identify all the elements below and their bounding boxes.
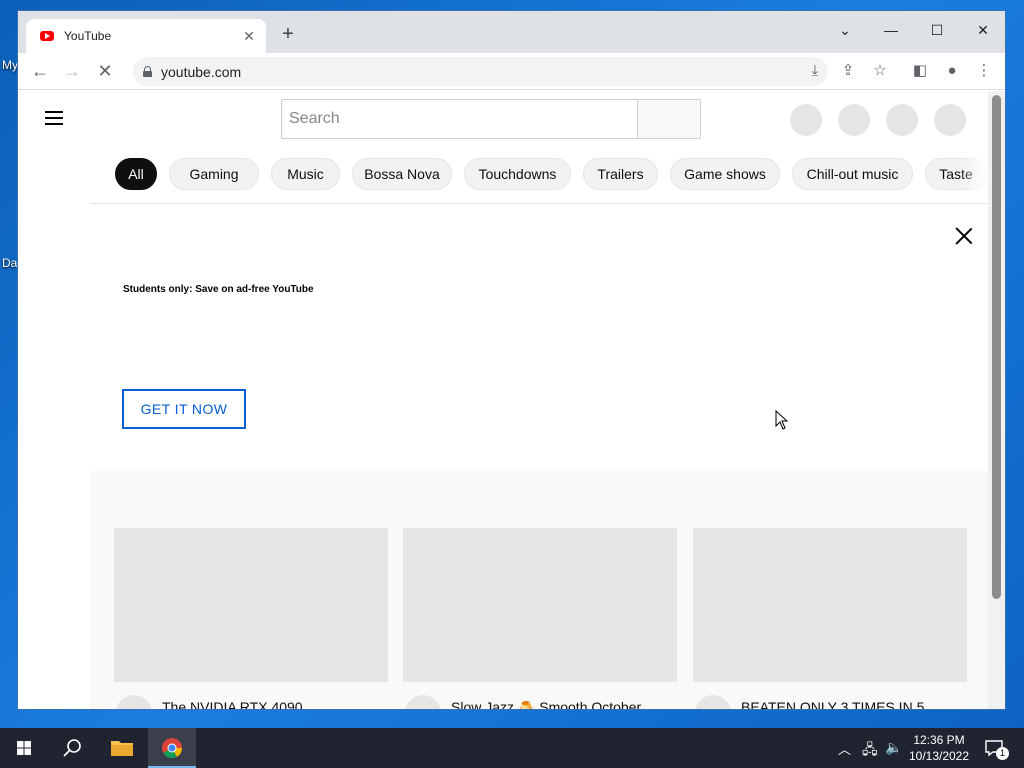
browser-toolbar: ← → ✕ youtube.com ⤓ ⇪ ☆ ◧ ● ⋮	[18, 53, 1005, 90]
browser-menu-icon[interactable]: ⋮	[974, 62, 994, 80]
channel-avatar[interactable]	[116, 695, 152, 709]
video-card[interactable]: BEATEN ONLY 3 TIMES IN 5	[693, 528, 967, 709]
chip-all[interactable]: All	[115, 158, 157, 190]
clock[interactable]: 12:36 PM 10/13/2022	[906, 732, 972, 764]
search-input[interactable]: Search	[281, 99, 638, 139]
clock-date: 10/13/2022	[908, 749, 970, 763]
side-panel-icon[interactable]: ◧	[910, 62, 930, 80]
chip-trailers[interactable]: Trailers	[583, 158, 658, 190]
chip-music[interactable]: Music	[271, 158, 340, 190]
guide-menu-icon[interactable]	[45, 111, 63, 129]
search-icon	[63, 739, 81, 757]
header-placeholder-icon[interactable]	[838, 104, 870, 136]
folder-icon	[111, 741, 133, 756]
address-bar[interactable]: youtube.com	[133, 57, 828, 86]
tab-search-chevron-icon[interactable]: ⌄	[822, 15, 868, 45]
channel-avatar[interactable]	[695, 695, 731, 709]
share-icon[interactable]: ⇪	[838, 62, 858, 80]
video-thumbnail[interactable]	[693, 528, 967, 682]
maximize-button[interactable]: ☐	[914, 15, 960, 45]
chrome-taskbar-button[interactable]	[148, 728, 196, 768]
video-thumbnail[interactable]	[114, 528, 388, 682]
install-app-icon[interactable]: ⤓	[805, 62, 825, 80]
video-feed: The NVIDIA RTX 4090 Slow Jazz 🍮 Smooth O…	[90, 471, 990, 709]
search-taskbar-button[interactable]	[48, 728, 96, 768]
video-thumbnail[interactable]	[403, 528, 677, 682]
youtube-favicon-icon	[40, 31, 54, 41]
chip-bossa-nova[interactable]: Bossa Nova	[352, 158, 452, 190]
windows-logo-icon	[17, 741, 31, 755]
new-tab-button[interactable]: +	[278, 24, 298, 44]
chrome-icon	[162, 738, 183, 759]
lock-icon[interactable]	[143, 66, 152, 77]
avatar[interactable]	[934, 104, 966, 136]
close-window-button[interactable]: ✕	[960, 15, 1005, 45]
youtube-page: Search All Gaming Music Bossa Nova Touch…	[18, 91, 990, 709]
mouse-cursor-icon	[775, 410, 789, 430]
chip-game-shows[interactable]: Game shows	[670, 158, 780, 190]
close-banner-icon[interactable]	[955, 227, 973, 245]
get-it-now-button[interactable]: GET IT NOW	[122, 389, 246, 429]
bookmark-star-icon[interactable]: ☆	[870, 62, 890, 80]
notifications-button[interactable]: 1	[984, 738, 1009, 768]
chip-chill-out-music[interactable]: Chill-out music	[792, 158, 913, 190]
stop-loading-button[interactable]: ✕	[93, 60, 117, 82]
chip-touchdowns[interactable]: Touchdowns	[464, 158, 571, 190]
start-button[interactable]	[0, 728, 48, 768]
profile-icon[interactable]: ●	[942, 62, 962, 80]
search-button[interactable]	[637, 99, 701, 139]
desktop-icon-label-my[interactable]: My	[2, 58, 18, 72]
minimize-button[interactable]: —	[868, 15, 914, 45]
scrollbar-thumb[interactable]	[992, 95, 1001, 599]
video-title[interactable]: Slow Jazz 🍮 Smooth October	[451, 697, 671, 709]
banner-text: Students only: Save on ad-free YouTube	[123, 284, 314, 295]
video-title[interactable]: The NVIDIA RTX 4090	[162, 697, 382, 709]
tab-title: YouTube	[64, 29, 112, 43]
clock-time: 12:36 PM	[913, 733, 965, 747]
notification-count-badge: 1	[996, 747, 1009, 760]
channel-avatar[interactable]	[405, 695, 441, 709]
network-icon[interactable]: 🖧	[862, 739, 878, 768]
video-title[interactable]: BEATEN ONLY 3 TIMES IN 5	[741, 697, 961, 709]
video-card[interactable]: The NVIDIA RTX 4090	[114, 528, 388, 709]
back-button[interactable]: ←	[28, 60, 52, 82]
video-card[interactable]: Slow Jazz 🍮 Smooth October	[403, 528, 677, 709]
volume-icon[interactable]: 🔈	[885, 739, 902, 768]
taskbar: ︿ 🖧 🔈 12:36 PM 10/13/2022 1	[0, 728, 1024, 768]
file-explorer-taskbar-button[interactable]	[98, 728, 146, 768]
show-hidden-icons-chevron-icon[interactable]: ︿	[838, 739, 851, 768]
chip-fade	[960, 148, 990, 202]
tab-youtube[interactable]: YouTube ✕	[26, 19, 266, 53]
forward-button[interactable]: →	[60, 60, 84, 82]
header-placeholder-icon[interactable]	[790, 104, 822, 136]
chip-gaming[interactable]: Gaming	[169, 158, 259, 190]
tab-strip: YouTube ✕ + ⌄ — ☐ ✕	[18, 11, 1005, 53]
browser-window: YouTube ✕ + ⌄ — ☐ ✕ ← → ✕ youtube.com ⤓ …	[17, 10, 1006, 710]
url-text[interactable]: youtube.com	[161, 64, 241, 80]
tab-close-icon[interactable]: ✕	[240, 28, 258, 45]
desktop-icon-label-da[interactable]: Da	[2, 256, 17, 270]
header-placeholder-icon[interactable]	[886, 104, 918, 136]
chip-bar: All Gaming Music Bossa Nova Touchdowns T…	[90, 148, 990, 204]
page-scrollbar[interactable]	[988, 91, 1005, 709]
